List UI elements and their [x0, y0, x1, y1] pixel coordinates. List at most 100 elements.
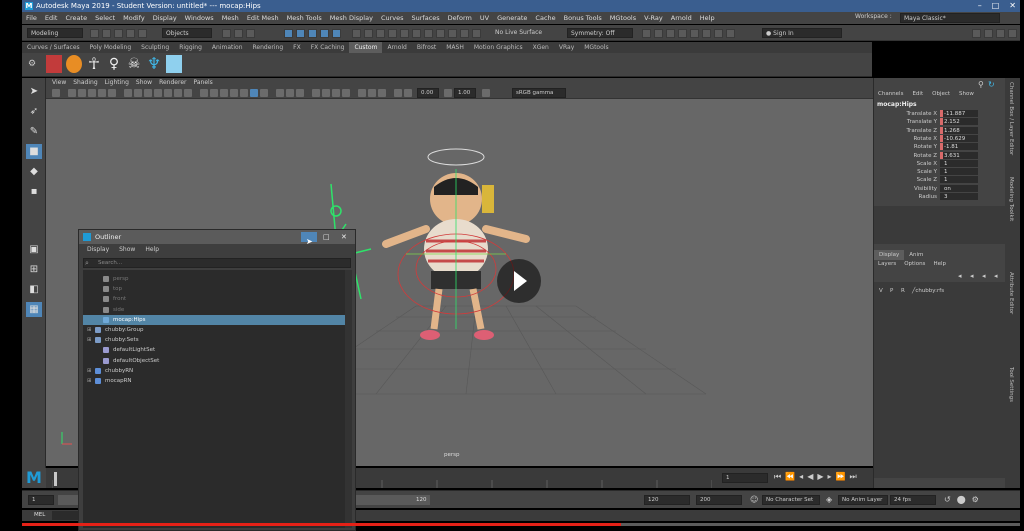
menu-cache[interactable]: Cache	[535, 14, 555, 22]
rotate-tool-icon[interactable]: ◆	[26, 164, 42, 179]
move-tool-icon[interactable]: ■	[26, 144, 42, 159]
menu-bonus-tools[interactable]: Bonus Tools	[564, 14, 602, 22]
shelf-tab-fx[interactable]: FX	[288, 42, 306, 53]
tool-settings-toggle-icon[interactable]	[996, 29, 1005, 38]
channel-attribute-value[interactable]: 1	[940, 159, 978, 167]
shadows-icon[interactable]	[296, 89, 304, 97]
go-to-end-icon[interactable]: ⏭	[849, 472, 856, 482]
menu-display[interactable]: Display	[153, 14, 177, 22]
shelf-tab-rendering[interactable]: Rendering	[248, 42, 289, 53]
menu-arnold[interactable]: Arnold	[671, 14, 692, 22]
menu-mgtools[interactable]: MGtools	[610, 14, 636, 22]
scale-tool-icon[interactable]: ▪	[26, 184, 42, 199]
channel-attribute-row[interactable]: Scale X1	[874, 159, 1005, 168]
side-tab-tool-settings[interactable]: Tool Settings	[1008, 367, 1014, 402]
xray-components-icon[interactable]	[260, 89, 268, 97]
move-layer-up-icon[interactable]: ◂	[958, 272, 962, 280]
outliner-item[interactable]: ⊞ mocapRN	[83, 376, 345, 386]
smooth-shade-icon[interactable]	[210, 89, 218, 97]
ipr-icon[interactable]	[376, 29, 385, 38]
single-view-layout-icon[interactable]: ▣	[26, 242, 42, 257]
wireframe-on-shaded-icon[interactable]	[230, 89, 238, 97]
close-button[interactable]: ✕	[1009, 0, 1016, 12]
color-management-icon[interactable]	[482, 89, 490, 97]
exposure-icon[interactable]	[404, 89, 412, 97]
channel-attribute-value[interactable]: 3.631	[940, 151, 978, 159]
select-hierarchy-icon[interactable]	[222, 29, 231, 38]
refresh-icon[interactable]: ↻	[988, 80, 997, 89]
viewport-menu-renderer[interactable]: Renderer	[159, 78, 186, 88]
go-to-start-icon[interactable]: ⏮	[774, 472, 781, 482]
playback-end-field[interactable]: 120	[644, 495, 690, 505]
channel-box-tab-show[interactable]: Show	[959, 91, 974, 100]
save-scene-icon[interactable]	[114, 29, 123, 38]
shelf-tab-mgtools[interactable]: MGtools	[579, 42, 613, 53]
outliner-item[interactable]: ⊞ chubbyRN	[83, 366, 345, 376]
channel-box-tab-channels[interactable]: Channels	[878, 91, 903, 100]
channel-attribute-value[interactable]: -11.887	[940, 110, 978, 117]
gate-mask-icon[interactable]	[154, 89, 162, 97]
viewport-menu-panels[interactable]: Panels	[193, 78, 212, 88]
channel-attribute-row[interactable]: Translate Y 2.152	[874, 118, 1005, 126]
multisample-aa-icon[interactable]	[332, 89, 340, 97]
shelf-cube-icon[interactable]	[166, 55, 182, 73]
screen-space-ao-icon[interactable]	[312, 89, 320, 97]
side-tab-modeling-toolkit[interactable]: Modeling Toolkit	[1008, 177, 1014, 221]
viewport-menu-view[interactable]: View	[52, 78, 66, 88]
gamma-field[interactable]: 1.00	[454, 88, 476, 98]
outliner-item[interactable]: defaultObjectSet	[83, 356, 345, 366]
outliner-item[interactable]: persp	[83, 274, 345, 284]
vray-icon[interactable]	[436, 29, 445, 38]
menu-edit[interactable]: Edit	[45, 14, 58, 22]
outliner-restore-button[interactable]: □	[323, 230, 330, 244]
exposure-field[interactable]: 0.00	[417, 88, 439, 98]
shelf-tab-xgen[interactable]: XGen	[528, 42, 554, 53]
step-back-frame-icon[interactable]: ◂	[799, 472, 803, 482]
use-all-lights-icon[interactable]	[286, 89, 294, 97]
menu-v-ray[interactable]: V-Ray	[644, 14, 663, 22]
toggle-modelling-toolkit-icon[interactable]	[726, 29, 735, 38]
new-layer-icon[interactable]: ◂	[982, 272, 986, 280]
hud-icon[interactable]	[394, 89, 402, 97]
safe-action-icon[interactable]	[174, 89, 182, 97]
auto-key-icon[interactable]: ⬤	[957, 495, 966, 504]
maximize-button[interactable]: □	[992, 0, 1000, 12]
outliner-scrollbar[interactable]	[345, 270, 352, 528]
backface-culling-icon[interactable]	[378, 89, 386, 97]
undo-icon[interactable]	[126, 29, 135, 38]
viewport-menu-lighting[interactable]: Lighting	[105, 78, 129, 88]
layer-menu-help[interactable]: Help	[933, 261, 946, 270]
camera-attributes-icon[interactable]	[68, 89, 76, 97]
viewport-menu-shading[interactable]: Shading	[73, 78, 97, 88]
minimize-button[interactable]: –	[978, 0, 982, 12]
outliner-search-input[interactable]: Search...	[83, 258, 351, 268]
channel-box-toggle-icon[interactable]	[1008, 29, 1017, 38]
view-transform-dropdown[interactable]: sRGB gamma	[512, 88, 566, 98]
channel-attribute-row[interactable]: Radius 3	[874, 193, 1005, 201]
channel-attribute-row[interactable]: Visibility on	[874, 184, 1005, 193]
lasso-tool-icon[interactable]: ➶	[26, 104, 42, 119]
live-surface-label[interactable]: No Live Surface	[492, 28, 558, 38]
snap-curve-icon[interactable]	[296, 29, 305, 38]
play-forwards-icon[interactable]: ▶	[817, 472, 823, 482]
select-mode-dropdown[interactable]: Objects	[162, 28, 212, 38]
show-hide-ui-icon[interactable]	[972, 29, 981, 38]
expand-icon[interactable]: ⊞	[87, 325, 92, 335]
channel-attribute-value[interactable]: on	[940, 184, 978, 192]
shelf-tab-fx-caching[interactable]: FX Caching	[306, 42, 350, 53]
viewport-menu-show[interactable]: Show	[136, 78, 152, 88]
shelf-tab-mash[interactable]: MASH	[441, 42, 469, 53]
snap-surface-icon[interactable]	[332, 29, 341, 38]
current-frame-field[interactable]: 1	[722, 473, 768, 483]
light-editor-window-icon[interactable]	[714, 29, 723, 38]
snap-view-icon[interactable]	[320, 29, 329, 38]
field-chart-icon[interactable]	[164, 89, 172, 97]
channel-attribute-value[interactable]: 1	[940, 168, 978, 176]
outliner-layout-icon[interactable]: ▦	[26, 302, 42, 317]
outliner-close-button[interactable]: ✕	[341, 230, 347, 244]
light-editor-icon[interactable]	[424, 29, 433, 38]
default-material-icon[interactable]	[220, 89, 228, 97]
side-tab-attribute-editor[interactable]: Attribute Editor	[1008, 272, 1014, 314]
shelf-tab-motion-graphics[interactable]: Motion Graphics	[469, 42, 528, 53]
side-tab-channel-box-layer-editor[interactable]: Channel Box / Layer Editor	[1008, 82, 1014, 155]
